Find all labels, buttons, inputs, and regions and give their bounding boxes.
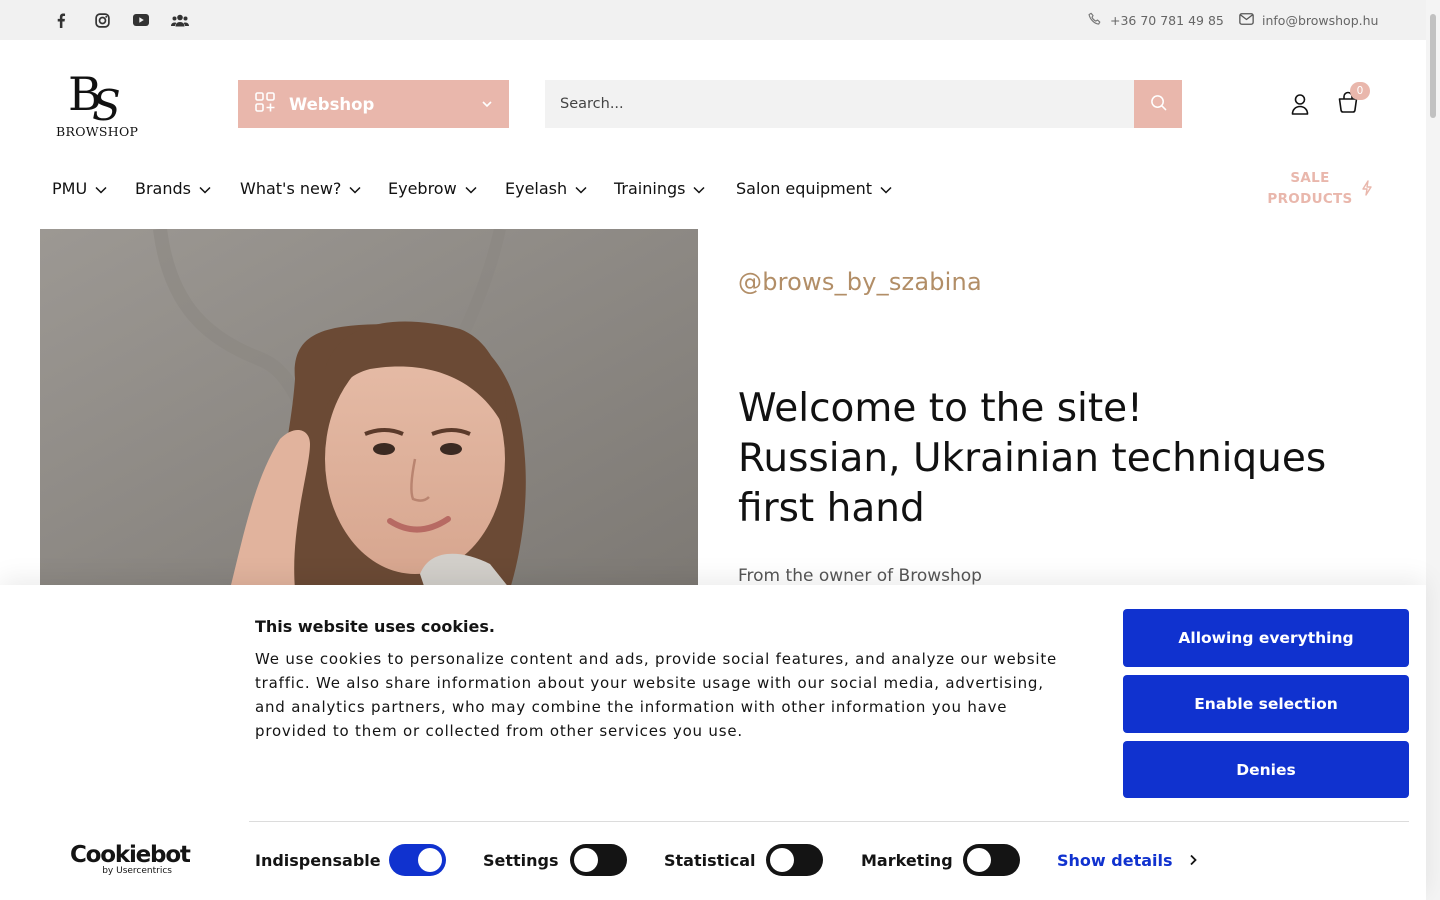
- nav-item-whats-new[interactable]: What's new?: [240, 176, 361, 200]
- nav-label: PMU: [52, 178, 88, 198]
- chevron-down-icon: [349, 179, 361, 198]
- cookie-description: We use cookies to personalize content an…: [255, 650, 1058, 740]
- toggle-label-statistical: Statistical: [664, 851, 756, 870]
- cookiebot-logo[interactable]: Cookiebot by Usercentrics: [70, 842, 191, 879]
- allow-all-button[interactable]: Allowing everything: [1123, 609, 1409, 667]
- toggle-knob: [418, 848, 442, 872]
- user-account-icon[interactable]: [1288, 92, 1312, 116]
- chevron-down-icon: [95, 179, 107, 198]
- email-address: info@browshop.hu: [1262, 12, 1379, 28]
- search-input[interactable]: [545, 80, 1134, 128]
- webshop-label: Webshop: [289, 94, 375, 114]
- nav-item-eyelash[interactable]: Eyelash: [505, 176, 587, 200]
- chevron-down-icon: [575, 179, 587, 198]
- instagram-handle: @brows_by_szabina: [738, 268, 982, 296]
- cookiebot-brand: Cookiebot: [70, 842, 191, 868]
- toggle-label-settings: Settings: [483, 851, 559, 870]
- youtube-icon[interactable]: [131, 10, 151, 30]
- toggle-knob: [770, 848, 794, 872]
- sale-line-1: SALE: [1290, 170, 1330, 186]
- toggle-settings[interactable]: [570, 844, 627, 876]
- chevron-down-icon: [481, 96, 493, 116]
- chevron-down-icon: [465, 179, 477, 198]
- deny-button[interactable]: Denies: [1123, 741, 1409, 798]
- logo-text: BROWSHOP: [56, 124, 139, 139]
- headline-line-1: Welcome to the site!: [738, 386, 1143, 431]
- nav-label: Trainings: [614, 178, 686, 198]
- nav-label: What's new?: [240, 178, 342, 198]
- logo-monogram: B S: [68, 67, 121, 130]
- chevron-right-icon: [1189, 851, 1197, 870]
- webshop-dropdown-button[interactable]: Webshop: [238, 80, 509, 128]
- chevron-down-icon: [693, 179, 705, 198]
- nav-item-eyebrow[interactable]: Eyebrow: [388, 176, 477, 200]
- toggle-label-marketing: Marketing: [861, 851, 953, 870]
- top-bar: +36 70 781 49 85 info@browshop.hu: [0, 0, 1426, 40]
- nav-label: Eyelash: [505, 178, 568, 198]
- instagram-icon[interactable]: [92, 10, 112, 30]
- toggle-knob: [574, 848, 598, 872]
- hero-headline: Welcome to the site! Russian, Ukrainian …: [738, 384, 1398, 534]
- toggle-marketing[interactable]: [963, 844, 1020, 876]
- search-icon: [1150, 94, 1167, 115]
- mail-icon: [1239, 12, 1254, 28]
- phone-contact[interactable]: +36 70 781 49 85: [1088, 10, 1224, 30]
- facebook-icon[interactable]: [51, 10, 71, 30]
- show-details-label: Show details: [1057, 851, 1173, 870]
- nav-item-trainings[interactable]: Trainings: [614, 176, 705, 200]
- headline-line-3: first hand: [738, 486, 925, 531]
- search-button[interactable]: [1134, 80, 1182, 128]
- page-scrollbar[interactable]: [1426, 0, 1440, 900]
- scrollbar-thumb[interactable]: [1430, 14, 1436, 118]
- categories-grid-icon: [255, 92, 275, 116]
- toggle-statistical[interactable]: [766, 844, 823, 876]
- phone-icon: [1088, 12, 1102, 29]
- nav-label: Eyebrow: [388, 178, 457, 198]
- toggle-label-indispensable: Indispensable: [255, 851, 381, 870]
- hero-subtitle: From the owner of Browshop: [738, 566, 982, 586]
- cookie-consent-banner: This website uses cookies. We use cookie…: [0, 585, 1426, 900]
- toggle-knob: [967, 848, 991, 872]
- headline-line-2: Russian, Ukrainian techniques: [738, 436, 1327, 481]
- lightning-icon: [1361, 180, 1373, 200]
- nav-label: Brands: [135, 178, 191, 198]
- chevron-down-icon: [199, 179, 211, 198]
- enable-selection-button[interactable]: Enable selection: [1123, 675, 1409, 733]
- toggle-indispensable[interactable]: [389, 844, 446, 876]
- show-details-link[interactable]: Show details: [1057, 851, 1197, 870]
- cookie-divider: [249, 821, 1409, 822]
- cookie-title: This website uses cookies.: [255, 617, 495, 636]
- community-icon[interactable]: [170, 10, 190, 30]
- nav-label: Salon equipment: [736, 178, 873, 198]
- hero-portrait-image: [40, 229, 698, 589]
- browshop-logo[interactable]: B S BROWSHOP: [56, 66, 138, 142]
- svg-text:S: S: [92, 81, 121, 126]
- email-contact[interactable]: info@browshop.hu: [1239, 10, 1378, 30]
- nav-item-brands[interactable]: Brands: [135, 176, 211, 200]
- sale-line-2: PRODUCTS: [1267, 191, 1353, 207]
- chevron-down-icon: [880, 179, 892, 198]
- cart-count-badge: 0: [1350, 82, 1370, 100]
- nav-item-salon-equipment[interactable]: Salon equipment: [736, 176, 892, 200]
- phone-number: +36 70 781 49 85: [1110, 12, 1224, 28]
- sale-products-link[interactable]: SALE PRODUCTS: [1262, 168, 1358, 210]
- nav-item-pmu[interactable]: PMU: [52, 176, 107, 200]
